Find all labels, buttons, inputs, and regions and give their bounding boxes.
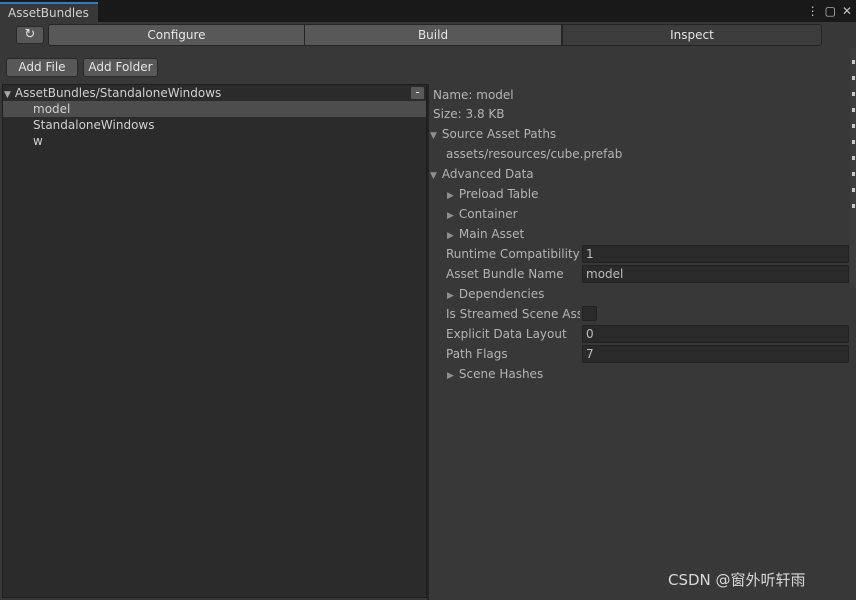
triangle-right-icon: ▶ <box>447 211 454 221</box>
tree-item-standalonewindows[interactable]: StandaloneWindows <box>3 117 426 133</box>
tree-item-w[interactable]: w <box>3 133 426 149</box>
kebab-menu-icon[interactable]: ⋮ <box>807 4 819 18</box>
foldout-scene-hashes[interactable]: ▶ Scene Hashes <box>447 365 543 383</box>
triangle-down-icon: ▼ <box>430 171 437 181</box>
explicit-data-layout-field[interactable]: 0 <box>582 325 849 343</box>
close-icon[interactable]: ✕ <box>842 4 852 18</box>
tab-configure[interactable]: Configure <box>48 24 305 46</box>
bundle-tree-panel <box>2 84 427 598</box>
foldout-label: Container <box>458 207 518 221</box>
triangle-right-icon: ▶ <box>447 371 454 381</box>
foldout-label: Advanced Data <box>441 167 534 181</box>
foldout-main-asset[interactable]: ▶ Main Asset <box>447 225 524 243</box>
is-streamed-scene-asset-checkbox[interactable] <box>582 306 597 321</box>
triangle-right-icon: ▶ <box>447 231 454 241</box>
foldout-label: Dependencies <box>458 287 545 301</box>
window-controls: ⋮ ▢ ✕ <box>807 3 852 19</box>
refresh-button[interactable]: ↻ <box>16 26 44 44</box>
tab-build[interactable]: Build <box>304 24 562 46</box>
refresh-icon: ↻ <box>24 27 36 42</box>
asset-bundle-name-label: Asset Bundle Name <box>446 267 564 281</box>
foldout-label: Source Asset Paths <box>441 127 557 141</box>
triangle-down-icon[interactable]: ▼ <box>4 90 11 100</box>
foldout-label: Main Asset <box>458 227 525 241</box>
bundle-name-text: Name: model <box>433 88 514 102</box>
watermark: CSDN @窗外听轩雨 <box>668 571 806 589</box>
window-tab-assetbundles[interactable]: AssetBundles <box>0 2 98 22</box>
foldout-advanced-data[interactable]: ▼ Advanced Data <box>430 165 534 183</box>
runtime-compatibility-label: Runtime Compatibility <box>446 247 580 261</box>
asset-bundle-name-field[interactable]: model <box>582 265 849 283</box>
tree-item-model[interactable]: model <box>3 101 426 117</box>
runtime-compatibility-field[interactable]: 1 <box>582 245 849 263</box>
tree-root-label: AssetBundles/StandaloneWindows <box>14 86 222 100</box>
add-folder-button[interactable]: Add Folder <box>83 58 158 77</box>
remove-bundle-button[interactable]: - <box>410 86 425 100</box>
adjacent-window-edge <box>850 48 856 288</box>
foldout-source-asset-paths[interactable]: ▼ Source Asset Paths <box>430 125 556 143</box>
foldout-label: Scene Hashes <box>458 367 544 381</box>
panel-divider[interactable] <box>427 84 429 600</box>
source-asset-path: assets/resources/cube.prefab <box>446 147 623 161</box>
foldout-preload-table[interactable]: ▶ Preload Table <box>447 185 539 203</box>
foldout-dependencies[interactable]: ▶ Dependencies <box>447 285 544 303</box>
bundle-size-text: Size: 3.8 KB <box>433 107 505 121</box>
triangle-down-icon: ▼ <box>430 131 437 141</box>
triangle-right-icon: ▶ <box>447 291 454 301</box>
triangle-right-icon: ▶ <box>447 191 454 201</box>
tab-inspect[interactable]: Inspect <box>562 24 822 46</box>
foldout-label: Preload Table <box>458 187 539 201</box>
path-flags-field[interactable]: 7 <box>582 345 849 363</box>
maximize-icon[interactable]: ▢ <box>825 4 836 18</box>
add-file-button[interactable]: Add File <box>6 58 78 77</box>
tree-root-item[interactable]: ▼ AssetBundles/StandaloneWindows <box>4 85 221 101</box>
path-flags-label: Path Flags <box>446 347 508 361</box>
foldout-container[interactable]: ▶ Container <box>447 205 518 223</box>
title-bar <box>0 0 856 22</box>
explicit-data-layout-label: Explicit Data Layout <box>446 327 567 341</box>
is-streamed-scene-asset-label: Is Streamed Scene Asse <box>446 307 580 321</box>
